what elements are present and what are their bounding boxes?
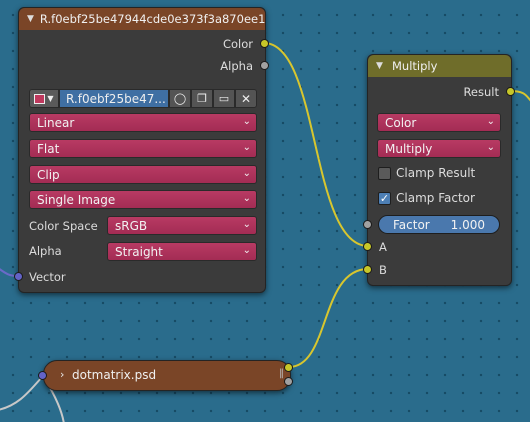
link-color-to-a[interactable] — [263, 42, 369, 247]
clamp-factor-checkbox[interactable]: ✓ — [378, 192, 391, 205]
chevron-down-icon: ⌄ — [242, 245, 251, 256]
multiply-node-title: Multiply — [392, 59, 438, 73]
projection-value: Flat — [37, 141, 60, 156]
projection-dropdown[interactable]: Flat ⌄ — [29, 139, 257, 158]
data-type-dropdown[interactable]: Color ⌄ — [377, 113, 501, 132]
alpha-mode-dropdown[interactable]: Straight ⌄ — [107, 242, 257, 261]
shield-icon: ◯ — [173, 92, 187, 105]
alpha-mode-value: Straight — [115, 244, 163, 259]
image-browse-button[interactable]: ▼ — [29, 89, 59, 108]
drag-handle-icon[interactable]: ‖ — [279, 368, 284, 379]
image-name-field[interactable]: R.f0ebf25be47... — [59, 89, 169, 108]
input-vector-label: Vector — [29, 270, 66, 284]
image-node-title: R.f0ebf25be47944cde0e373f3a870ee1b.png — [39, 12, 265, 26]
image-picture-icon — [34, 93, 46, 104]
output-result-socket[interactable] — [506, 87, 515, 96]
input-factor-socket[interactable] — [363, 220, 372, 229]
clamp-result-label: Clamp Result — [396, 166, 476, 180]
multiply-node-header[interactable]: ▼ Multiply — [368, 55, 511, 77]
output-alpha-socket[interactable] — [260, 61, 269, 70]
interpolation-value: Linear — [37, 115, 75, 130]
data-type-value: Color — [385, 115, 417, 130]
input-a-socket[interactable] — [363, 242, 372, 251]
link-dotmatrix-to-b[interactable] — [288, 268, 369, 368]
input-a-label: A — [379, 240, 387, 254]
chevron-down-icon: ⌄ — [242, 116, 251, 127]
group-node-title: dotmatrix.psd — [72, 368, 157, 382]
clamp-factor-label: Clamp Factor — [396, 191, 475, 205]
output-color-socket[interactable] — [260, 39, 269, 48]
image-texture-node[interactable]: ▼ R.f0ebf25be47944cde0e373f3a870ee1b.png… — [14, 7, 269, 293]
link-group-in-1[interactable] — [0, 375, 44, 411]
factor-slider[interactable]: Factor 1.000 — [378, 215, 500, 234]
chevron-down-icon: ⌄ — [242, 193, 251, 204]
source-dropdown[interactable]: Single Image ⌄ — [29, 190, 257, 209]
output-result-label: Result — [463, 85, 499, 99]
fake-user-button[interactable]: ◯ — [169, 89, 191, 108]
input-vector-socket[interactable] — [14, 272, 23, 281]
chevron-down-icon: ⌄ — [486, 116, 495, 127]
duplicate-image-button[interactable]: ❐ — [191, 89, 213, 108]
copy-icon: ❐ — [197, 92, 207, 105]
color-space-label: Color Space — [29, 219, 98, 233]
input-b-label: B — [379, 263, 387, 277]
clamp-result-checkbox[interactable] — [378, 167, 391, 180]
group-output-color-socket[interactable] — [284, 363, 293, 372]
output-alpha-label: Alpha — [220, 59, 253, 73]
blend-mode-dropdown[interactable]: Multiply ⌄ — [377, 139, 501, 158]
chevron-down-icon: ⌄ — [242, 142, 251, 153]
chevron-down-icon: ▼ — [47, 94, 54, 103]
chevron-down-icon: ⌄ — [242, 168, 251, 179]
alpha-mode-label: Alpha — [29, 244, 62, 258]
image-name-text: R.f0ebf25be47... — [66, 91, 166, 106]
image-node-header[interactable]: ▼ R.f0ebf25be47944cde0e373f3a870ee1b.png — [19, 8, 265, 30]
group-output-alpha-socket[interactable] — [284, 377, 293, 386]
factor-label: Factor — [393, 217, 430, 232]
close-icon: ✕ — [240, 91, 252, 106]
extension-dropdown[interactable]: Clip ⌄ — [29, 165, 257, 184]
dotmatrix-group-node[interactable]: › dotmatrix.psd ‖ — [43, 360, 291, 391]
open-image-button[interactable]: ▭ — [213, 89, 235, 108]
source-value: Single Image — [37, 192, 116, 207]
color-space-dropdown[interactable]: sRGB ⌄ — [107, 216, 257, 235]
output-color-label: Color — [222, 37, 253, 51]
collapse-chevron-icon[interactable]: ▼ — [376, 61, 386, 71]
color-space-value: sRGB — [115, 218, 148, 233]
group-input-socket[interactable] — [38, 371, 47, 380]
chevron-down-icon: ⌄ — [242, 219, 251, 230]
factor-value: 1.000 — [450, 217, 485, 232]
expand-chevron-icon[interactable]: › — [60, 368, 64, 381]
multiply-node[interactable]: ▼ Multiply Result Color ⌄ Multiply ⌄ Cla… — [363, 54, 515, 286]
folder-icon: ▭ — [218, 92, 230, 105]
interpolation-dropdown[interactable]: Linear ⌄ — [29, 113, 257, 132]
extension-value: Clip — [37, 167, 60, 182]
unlink-image-button[interactable]: ✕ — [235, 89, 257, 108]
chevron-down-icon: ⌄ — [486, 142, 495, 153]
input-b-socket[interactable] — [363, 265, 372, 274]
collapse-chevron-icon[interactable]: ▼ — [27, 14, 34, 24]
blend-mode-value: Multiply — [385, 141, 433, 156]
